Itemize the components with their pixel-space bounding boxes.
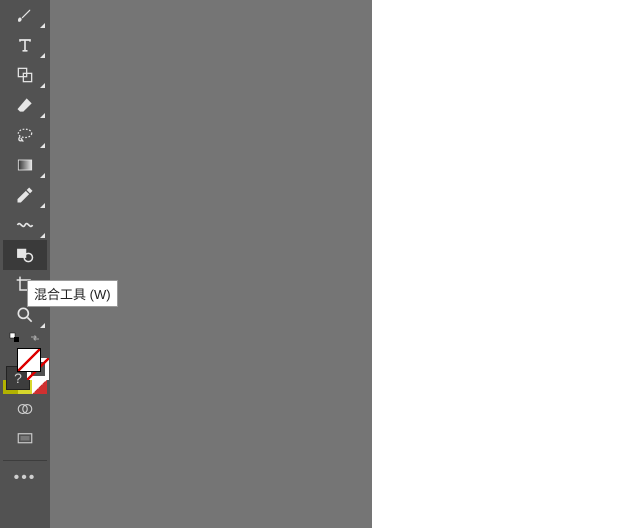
zoom-icon xyxy=(15,305,35,325)
eyedropper-icon xyxy=(15,185,35,205)
screen-mode-icon xyxy=(16,400,34,418)
app-root: ? ••• 混合工具 (W) 2 xyxy=(0,0,628,528)
brush-tool[interactable] xyxy=(3,0,47,30)
presentation-icon xyxy=(16,430,34,448)
warp-tool[interactable] xyxy=(3,210,47,240)
eraser-tool[interactable] xyxy=(3,90,47,120)
screen-mode-button[interactable] xyxy=(3,394,47,424)
brush-icon xyxy=(15,5,35,25)
draw-mode-inside[interactable] xyxy=(32,380,47,394)
fill-stroke-indicator[interactable] xyxy=(3,348,47,380)
shape-builder-tool[interactable] xyxy=(3,60,47,90)
eraser-icon xyxy=(15,95,35,115)
edit-toolbar-button[interactable]: ••• xyxy=(3,463,47,493)
change-screen-button[interactable] xyxy=(3,424,47,454)
lasso-icon xyxy=(15,125,35,145)
blend-icon xyxy=(15,245,35,265)
artboard[interactable]: 2 xyxy=(372,0,628,528)
gradient-tool[interactable] xyxy=(3,150,47,180)
tool-tooltip: 混合工具 (W) xyxy=(27,280,118,307)
toolbar-divider xyxy=(3,460,47,461)
default-fillstroke-icon[interactable] xyxy=(9,332,21,344)
shape-builder-icon xyxy=(15,65,35,85)
ellipsis-icon: ••• xyxy=(14,469,37,487)
swap-fill-stroke-row xyxy=(3,330,47,346)
lasso-tool[interactable] xyxy=(3,120,47,150)
eyedropper-tool[interactable] xyxy=(3,180,47,210)
tool-panel: ? ••• xyxy=(0,0,50,528)
fill-swatch[interactable] xyxy=(17,348,41,372)
type-icon xyxy=(15,35,35,55)
swap-arrow-icon[interactable] xyxy=(29,332,41,344)
blend-tool[interactable] xyxy=(3,240,47,270)
gradient-icon xyxy=(15,155,35,175)
type-tool[interactable] xyxy=(3,30,47,60)
warp-icon xyxy=(15,215,35,235)
pasteboard-area[interactable] xyxy=(50,0,372,528)
